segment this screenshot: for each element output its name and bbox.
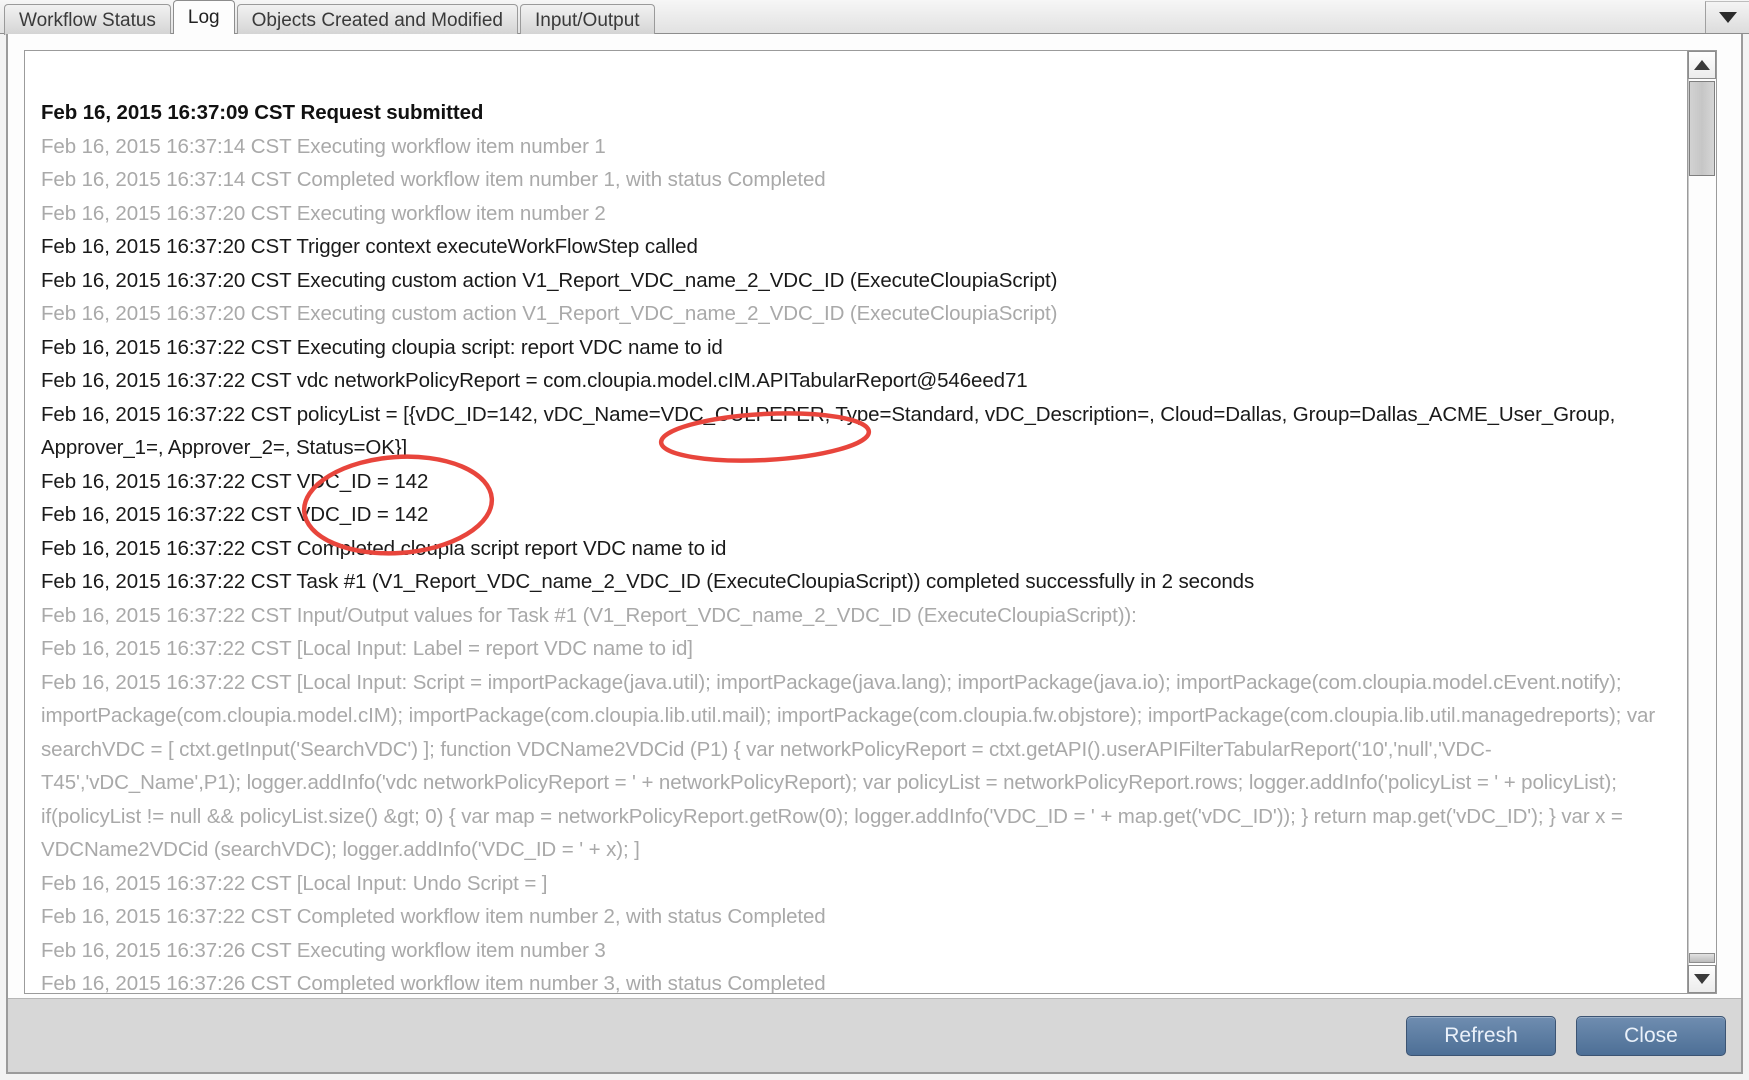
close-button[interactable]: Close bbox=[1576, 1016, 1726, 1056]
log-line: Feb 16, 2015 16:37:26 CST Completed work… bbox=[41, 972, 826, 993]
log-line: Feb 16, 2015 16:37:14 CST Executing work… bbox=[41, 134, 606, 158]
tab-log[interactable]: Log bbox=[172, 0, 235, 34]
tab-overflow-button[interactable] bbox=[1705, 1, 1749, 33]
log-line: Feb 16, 2015 16:37:22 CST vdc networkPol… bbox=[41, 369, 1028, 392]
tab-label: Objects Created and Modified bbox=[251, 10, 503, 31]
triangle-up-icon bbox=[1694, 60, 1710, 70]
log-line: Feb 16, 2015 16:37:22 CST Completed clou… bbox=[41, 536, 727, 560]
log-line: Feb 16, 2015 16:37:22 CST Input/Output v… bbox=[41, 603, 1137, 627]
log-panel: Feb 16, 2015 16:37:09 CST Request submit… bbox=[6, 34, 1743, 1074]
tab-label: Log bbox=[187, 7, 220, 28]
refresh-button[interactable]: Refresh bbox=[1406, 1016, 1556, 1056]
log-line: Feb 16, 2015 16:37:22 CST [Local Input: … bbox=[41, 637, 693, 660]
log-line: Feb 16, 2015 16:37:22 CST [Local Input: … bbox=[41, 871, 548, 895]
log-line: Feb 16, 2015 16:37:20 CST Executing work… bbox=[41, 201, 606, 225]
triangle-down-icon bbox=[1694, 974, 1710, 984]
log-line: Feb 16, 2015 16:37:22 CST VDC_ID = 142 bbox=[41, 503, 429, 526]
log-line: Feb 16, 2015 16:37:22 CST Task #1 (V1_Re… bbox=[41, 570, 1255, 593]
log-line: Feb 16, 2015 16:37:22 CST Completed work… bbox=[41, 905, 826, 928]
tab-strip: Workflow Status Log Objects Created and … bbox=[0, 0, 1749, 35]
log-text-area[interactable]: Feb 16, 2015 16:37:09 CST Request submit… bbox=[25, 51, 1689, 993]
scrollbar-thumb[interactable] bbox=[1689, 81, 1715, 176]
log-line: Feb 16, 2015 16:37:22 CST VDC_ID = 142 bbox=[41, 469, 429, 493]
log-line: Feb 16, 2015 16:37:22 CST Executing clou… bbox=[41, 335, 723, 359]
tab-label: Workflow Status bbox=[19, 10, 156, 31]
chevron-down-icon bbox=[1718, 12, 1737, 23]
refresh-button-label: Refresh bbox=[1444, 1024, 1518, 1047]
dialog-footer: Refresh Close bbox=[8, 998, 1741, 1072]
log-line: Feb 16, 2015 16:37:20 CST Trigger contex… bbox=[41, 235, 698, 258]
scrollbar-track[interactable] bbox=[1688, 79, 1716, 965]
log-line: Feb 16, 2015 16:37:20 CST Executing cust… bbox=[41, 268, 1058, 292]
scroll-up-button[interactable] bbox=[1688, 51, 1716, 79]
log-line: Feb 16, 2015 16:37:22 CST policyList = [… bbox=[41, 402, 1620, 460]
scrollbar-thumb-secondary[interactable] bbox=[1689, 953, 1715, 963]
scroll-down-button[interactable] bbox=[1688, 965, 1716, 993]
tab-objects-created-and-modified[interactable]: Objects Created and Modified bbox=[236, 4, 518, 35]
close-button-label: Close bbox=[1624, 1024, 1678, 1047]
log-vertical-scrollbar[interactable] bbox=[1687, 51, 1716, 993]
tab-input-output[interactable]: Input/Output bbox=[520, 4, 655, 35]
log-line: Feb 16, 2015 16:37:14 CST Completed work… bbox=[41, 168, 826, 191]
log-viewport: Feb 16, 2015 16:37:09 CST Request submit… bbox=[24, 50, 1717, 994]
log-line: Feb 16, 2015 16:37:26 CST Executing work… bbox=[41, 938, 606, 962]
log-line: Feb 16, 2015 16:37:22 CST [Local Input: … bbox=[41, 670, 1661, 862]
log-line: Feb 16, 2015 16:37:20 CST Executing cust… bbox=[41, 302, 1058, 325]
tab-workflow-status[interactable]: Workflow Status bbox=[4, 4, 171, 35]
tab-label: Input/Output bbox=[535, 10, 640, 31]
log-line: Feb 16, 2015 16:37:09 CST Request submit… bbox=[41, 101, 484, 124]
log-dialog: Workflow Status Log Objects Created and … bbox=[0, 0, 1749, 1080]
